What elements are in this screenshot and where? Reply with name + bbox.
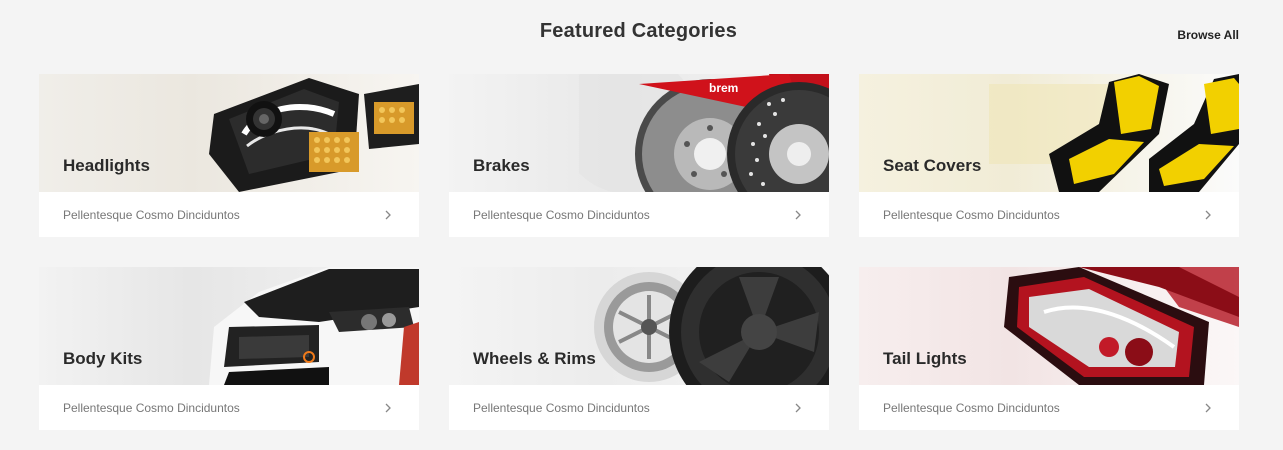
browse-all-link[interactable]: Browse All — [1177, 28, 1239, 42]
category-footer[interactable]: Pellentesque Cosmo Dinciduntos — [449, 385, 829, 430]
category-image: Wheels & Rims — [449, 267, 829, 385]
category-grid: Headlights Pellentesque Cosmo Dincidunto… — [39, 74, 1239, 430]
chevron-right-icon — [1201, 401, 1215, 415]
car-front-image — [209, 267, 419, 385]
category-card-seat-covers[interactable]: Seat Covers Pellentesque Cosmo Dincidunt… — [859, 74, 1239, 237]
chevron-right-icon — [1201, 208, 1215, 222]
category-footer[interactable]: Pellentesque Cosmo Dinciduntos — [449, 192, 829, 237]
category-name: Brakes — [473, 156, 530, 175]
category-image: brem Brakes — [449, 74, 829, 192]
category-image: Tail Lights — [859, 267, 1239, 385]
headlight-image — [209, 78, 419, 192]
category-card-wheels-rims[interactable]: Wheels & Rims Pellentesque Cosmo Dincidu… — [449, 267, 829, 430]
category-subtitle: Pellentesque Cosmo Dinciduntos — [63, 400, 240, 415]
category-name: Tail Lights — [883, 349, 967, 368]
category-subtitle: Pellentesque Cosmo Dinciduntos — [883, 400, 1060, 415]
category-name: Headlights — [63, 156, 150, 175]
category-image: Headlights — [39, 74, 419, 192]
category-name: Seat Covers — [883, 156, 982, 175]
chevron-right-icon — [381, 208, 395, 222]
wheel-image — [594, 267, 829, 385]
chevron-right-icon — [791, 401, 805, 415]
category-card-body-kits[interactable]: Body Kits Pellentesque Cosmo Dinciduntos — [39, 267, 419, 430]
category-footer[interactable]: Pellentesque Cosmo Dinciduntos — [859, 192, 1239, 237]
category-card-tail-lights[interactable]: Tail Lights Pellentesque Cosmo Dincidunt… — [859, 267, 1239, 430]
category-name: Wheels & Rims — [473, 349, 596, 368]
category-image: Body Kits — [39, 267, 419, 385]
chevron-right-icon — [791, 208, 805, 222]
category-name: Body Kits — [63, 349, 143, 368]
category-image: Seat Covers — [859, 74, 1239, 192]
category-card-brakes[interactable]: brem Brakes Pellentesque Cosmo Dincidunt… — [449, 74, 829, 237]
category-subtitle: Pellentesque Cosmo Dinciduntos — [883, 207, 1060, 222]
category-footer[interactable]: Pellentesque Cosmo Dinciduntos — [39, 385, 419, 430]
category-subtitle: Pellentesque Cosmo Dinciduntos — [63, 207, 240, 222]
category-card-headlights[interactable]: Headlights Pellentesque Cosmo Dincidunto… — [39, 74, 419, 237]
seat-image — [989, 74, 1239, 192]
brake-rotor-image: brem — [579, 74, 829, 192]
category-subtitle: Pellentesque Cosmo Dinciduntos — [473, 400, 650, 415]
section-title: Featured Categories — [539, 20, 738, 42]
chevron-right-icon — [381, 401, 395, 415]
category-footer[interactable]: Pellentesque Cosmo Dinciduntos — [859, 385, 1239, 430]
category-footer[interactable]: Pellentesque Cosmo Dinciduntos — [39, 192, 419, 237]
svg-text:brem: brem — [709, 81, 738, 95]
category-subtitle: Pellentesque Cosmo Dinciduntos — [473, 207, 650, 222]
tail-light-image — [1004, 267, 1239, 385]
